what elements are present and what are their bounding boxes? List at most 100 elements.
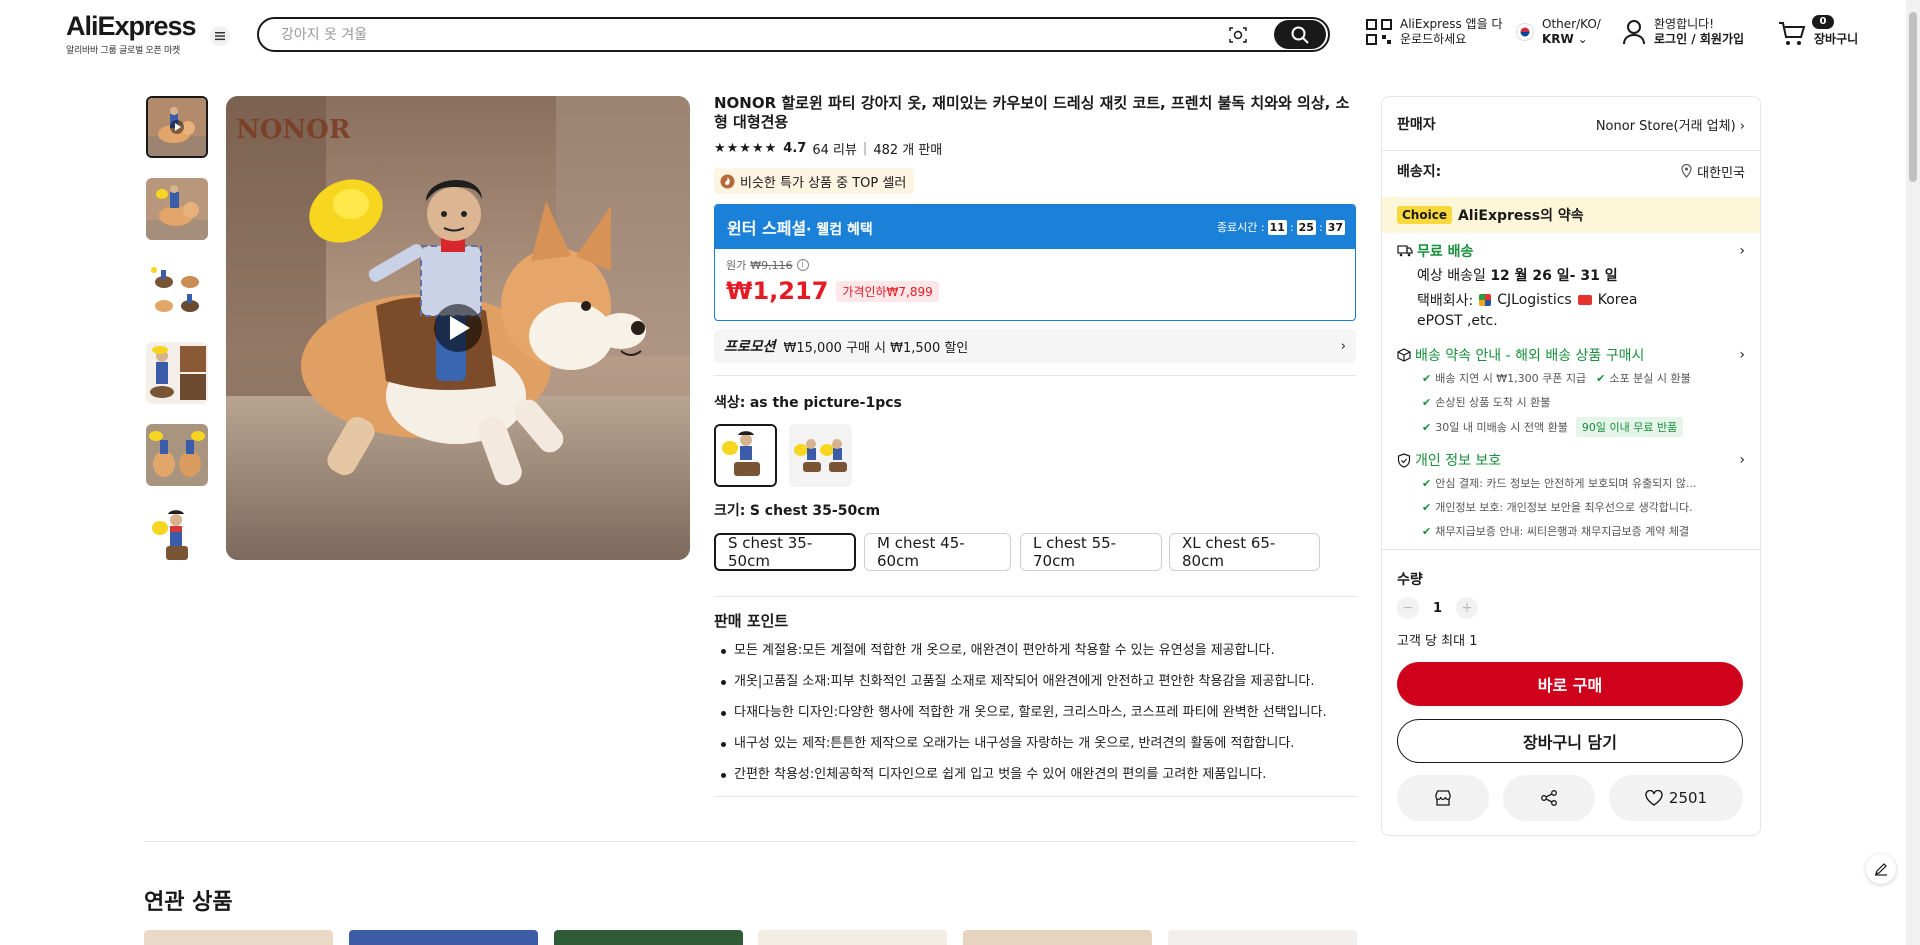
thumbnail-1[interactable]	[146, 96, 208, 158]
privacy-item: ✔ 개인정보 보호: 개인정보 보안을 최우선으로 생각합니다.	[1422, 500, 1693, 515]
login-link[interactable]: 로그인 / 회원가입	[1654, 32, 1744, 46]
seller-row[interactable]: 판매자 Nonor Store(거래 업체) ›	[1397, 114, 1745, 134]
thumbnail-3[interactable]	[146, 260, 208, 322]
decrease-qty-button[interactable]: −	[1397, 597, 1419, 619]
thumbnail-4[interactable]	[146, 342, 208, 404]
divider	[714, 596, 1356, 597]
related-product-card[interactable]	[554, 930, 743, 945]
edit-icon	[1875, 863, 1887, 876]
locale-selector[interactable]: Other/KO/KRW ⌄	[1516, 17, 1601, 47]
welcome-text: 환영합니다!	[1654, 17, 1715, 31]
image-watermark: NONOR	[236, 115, 351, 145]
add-to-cart-button[interactable]: 장바구니 담기	[1397, 719, 1743, 763]
ship-to-row[interactable]: 배송지: 대한민국	[1397, 161, 1745, 181]
size-option-m[interactable]: M chest 45-60cm	[864, 533, 1011, 571]
product-title: NONOR 할로윈 파티 강아지 옷, 재미있는 카우보이 드레싱 재킷 코트,…	[714, 94, 1350, 131]
delivery-promise-row[interactable]: 배송 약속 안내 - 해외 배송 상품 구매시 ›	[1397, 345, 1745, 365]
delivery-estimate: 예상 배송일 12 월 26 일- 31 일	[1417, 265, 1618, 285]
chevron-down-icon: ⌄	[1577, 32, 1588, 46]
color-value: as the picture-1pcs	[749, 395, 902, 411]
ship-to-label: 배송지:	[1397, 164, 1442, 180]
size-option-xl[interactable]: XL chest 65-80cm	[1169, 533, 1320, 571]
selling-points: 판매 포인트 모든 계절용:모든 계절에 적합한 개 옷으로, 애완견이 편안하…	[714, 610, 1358, 798]
increase-qty-button[interactable]: +	[1456, 597, 1479, 619]
delivery-promise-title: 배송 약속 안내 - 해외 배송 상품 구매시	[1415, 348, 1645, 364]
search-icon	[1291, 26, 1309, 44]
ship-to-value: 대한민국	[1697, 165, 1745, 181]
top-seller-badge[interactable]: 비슷한 특가 상품 중 TOP 셀러	[714, 168, 915, 194]
deal-header: 윈터 스페셜· 웰컴 혜택 종료시간 : 11: 25: 37	[715, 205, 1355, 249]
location-pin-icon	[1681, 164, 1692, 178]
color-label-row: 색상: as the picture-1pcs	[714, 392, 902, 412]
check-icon: ✔	[1422, 420, 1432, 434]
account-menu[interactable]: 환영합니다! 로그인 / 회원가입	[1622, 17, 1744, 47]
chevron-right-icon: ›	[1340, 338, 1346, 354]
rating-row[interactable]: ★★★★★ 4.7 64 리뷰 | 482 개 판매	[714, 139, 942, 158]
share-button[interactable]	[1503, 775, 1595, 821]
related-product-card[interactable]	[349, 930, 538, 945]
thumbnail-5[interactable]	[146, 424, 208, 486]
sold-count: 482 개 판매	[873, 143, 943, 158]
size-label: 크기:	[714, 503, 746, 519]
chevron-right-icon: ›	[1739, 118, 1745, 134]
feedback-button[interactable]	[1866, 854, 1896, 884]
promise-item: ✔ 손상된 상품 도착 시 환불	[1422, 395, 1551, 410]
color-swatch-2[interactable]	[789, 424, 852, 487]
search-button[interactable]	[1274, 20, 1326, 49]
timer-hours: 11	[1267, 219, 1287, 235]
check-icon: ✔	[1422, 524, 1432, 538]
free-return-tag: 90일 이내 무료 반품	[1575, 417, 1684, 437]
currency: KRW	[1542, 32, 1574, 46]
related-product-card[interactable]	[758, 930, 947, 945]
fire-icon	[720, 174, 735, 188]
wishlist-count: 2501	[1668, 789, 1708, 807]
seller-name[interactable]: Nonor Store(거래 업체)	[1596, 119, 1736, 134]
check-icon: ✔	[1422, 395, 1432, 409]
chevron-right-icon: ›	[1739, 347, 1745, 363]
promotion-row[interactable]: 프로모션 ₩15,000 구매 시 ₩1,500 할인 ›	[714, 329, 1356, 363]
locale-line1: Other/KO/	[1542, 17, 1601, 31]
chevron-right-icon: ›	[1739, 452, 1745, 468]
divider	[714, 375, 1356, 376]
related-product-card[interactable]	[144, 930, 333, 945]
privacy-title: 개인 정보 보호	[1415, 453, 1502, 469]
review-count[interactable]: 64 리뷰	[812, 139, 857, 158]
store-icon	[1435, 790, 1451, 806]
timer-minutes: 25	[1296, 219, 1316, 235]
chevron-right-icon: ›	[1739, 243, 1745, 259]
thumbnail-2[interactable]	[146, 178, 208, 240]
wishlist-button[interactable]: 2501	[1609, 775, 1743, 821]
related-product-card[interactable]	[1168, 930, 1357, 945]
selling-point: 내구성 있는 제작:튼튼한 제작으로 오래가는 내구성을 자랑하는 개 옷으로,…	[714, 736, 1358, 752]
size-option-s[interactable]: S chest 35-50cm	[714, 533, 856, 571]
size-option-l[interactable]: L chest 55-70cm	[1020, 533, 1162, 571]
thumbnail-6[interactable]	[146, 506, 208, 568]
aliexpress-logo[interactable]: AliExpress 알리바바 그룹 글로벌 오픈 마켓	[66, 12, 197, 56]
info-icon[interactable]: i	[796, 259, 809, 271]
search-input[interactable]	[281, 25, 981, 45]
free-shipping-row[interactable]: 무료 배송 ›	[1397, 241, 1745, 261]
app-download[interactable]: AliExpress 앱을 다 운로드하세요	[1366, 17, 1502, 47]
related-product-card[interactable]	[963, 930, 1152, 945]
privacy-row[interactable]: 개인 정보 보호 ›	[1397, 450, 1745, 470]
carrier-label: 택배회사:	[1417, 293, 1474, 309]
eta-value: 12 월 26 일- 31 일	[1490, 268, 1618, 284]
choice-promise-bar: Choice AliExpress의 약속	[1382, 197, 1760, 233]
menu-icon[interactable]	[208, 26, 232, 46]
camera-search-icon[interactable]	[1228, 25, 1248, 45]
store-button[interactable]	[1397, 775, 1489, 821]
truck-icon	[1397, 245, 1413, 257]
main-product-image[interactable]: NONOR	[226, 96, 690, 560]
quantity-label: 수량	[1397, 572, 1423, 588]
quantity-value[interactable]: 1	[1433, 601, 1442, 616]
page-scrollbar[interactable]	[1906, 0, 1920, 945]
carrier-name-1: CJLogistics	[1497, 292, 1572, 308]
promotion-label: 프로모션	[724, 339, 776, 355]
korea-flag-icon	[1516, 23, 1534, 41]
color-swatch-1[interactable]	[714, 424, 777, 487]
divider	[714, 796, 1356, 797]
related-products-title: 연관 상품	[144, 890, 233, 915]
scrollbar-thumb[interactable]	[1909, 12, 1917, 182]
buy-now-button[interactable]: 바로 구매	[1397, 662, 1743, 706]
selling-points-title: 판매 포인트	[714, 612, 789, 630]
